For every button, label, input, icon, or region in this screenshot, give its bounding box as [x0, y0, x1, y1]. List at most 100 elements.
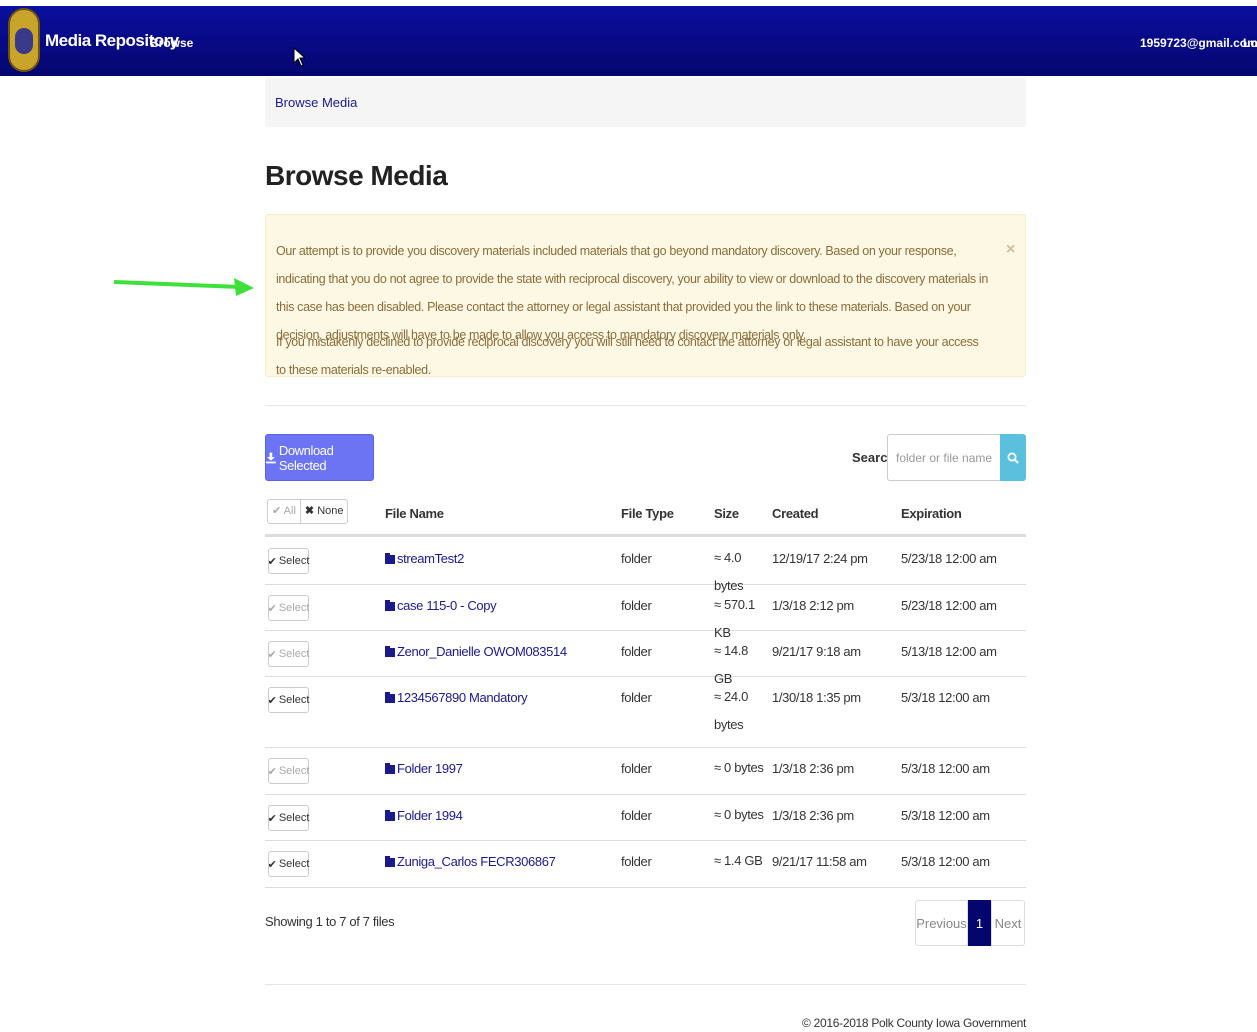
- file-name-link[interactable]: 1234567890 Mandatory: [385, 690, 528, 705]
- file-size: ≈ 0 bytes: [714, 760, 764, 775]
- check-icon: ✔: [267, 694, 277, 707]
- table-row: ✔ Select Zenor_Danielle OWOM083514 folder ≈ …: [265, 630, 1026, 686]
- select-all-none-group: ✔ All ✖ None: [267, 499, 349, 524]
- discovery-warning-alert: Our attempt is to provide you discovery …: [265, 214, 1026, 377]
- file-name-link[interactable]: case 115-0 - Copy: [385, 598, 497, 613]
- row-select-button[interactable]: ✔ Select: [268, 687, 309, 713]
- download-selected-button[interactable]: Download Selected: [265, 434, 374, 481]
- select-none-button[interactable]: ✖ None: [301, 500, 348, 523]
- pagination: Previous 1 Next: [915, 900, 1025, 946]
- table-row: ✔ Select case 115-0 - Copy folder ≈ 570.1 KB…: [265, 584, 1026, 640]
- select-none-label: None: [317, 505, 344, 517]
- row-select-label: Select: [278, 812, 310, 824]
- file-size: ≈ 0 bytes: [714, 807, 764, 822]
- row-select-button[interactable]: ✔ Select: [268, 548, 309, 574]
- file-name-text: streamTest2: [397, 551, 464, 566]
- file-size: ≈ 24.0 bytes: [714, 689, 748, 732]
- showing-count: Showing 1 to 7 of 7 files: [265, 914, 395, 929]
- file-expiration: 5/13/18 12:00 am: [901, 644, 997, 659]
- green-arrow-icon: [113, 278, 254, 296]
- file-name-text: Zenor_Danielle OWOM083514: [397, 644, 567, 659]
- check-icon: ✔: [267, 555, 277, 568]
- close-icon[interactable]: ×: [1006, 241, 1015, 259]
- row-select-button[interactable]: ✔ Select: [268, 851, 309, 877]
- table-row: ✔ Select 1234567890 Mandatory folder ≈ 24.0 …: [265, 676, 1026, 748]
- folder-icon: [385, 691, 395, 703]
- file-type: folder: [621, 690, 652, 705]
- row-select-button[interactable]: ✔ Select: [268, 641, 309, 667]
- file-name-text: Zuniga_Carlos FECR306867: [397, 854, 556, 869]
- row-select-label: Select: [278, 694, 310, 706]
- folder-icon: [385, 855, 395, 867]
- user-email-link[interactable]: 1959723@gmail.com: [1140, 36, 1257, 50]
- row-select-label: Select: [278, 555, 310, 567]
- search-icon: [1007, 452, 1019, 464]
- row-select-label: Select: [278, 602, 310, 614]
- table-row: ✔ Select streamTest2 folder ≈ 4.0 bytes 12/19…: [265, 537, 1026, 593]
- row-select-label: Select: [278, 858, 310, 870]
- file-type: folder: [621, 808, 652, 823]
- search-button[interactable]: [1000, 434, 1026, 481]
- nav-browse-link[interactable]: Browse: [150, 36, 193, 50]
- file-type: folder: [621, 644, 652, 659]
- footer-divider: [265, 984, 1026, 985]
- pagination-next[interactable]: Next: [991, 900, 1025, 946]
- header-expiration[interactable]: Expiration: [901, 506, 962, 521]
- table-row: ✔ Select Zuniga_Carlos FECR306867 folder ≈ 1…: [265, 840, 1026, 888]
- logout-link[interactable]: Lo: [1243, 36, 1257, 50]
- file-type: folder: [621, 854, 652, 869]
- breadcrumb-browse-media[interactable]: Browse Media: [275, 95, 357, 110]
- county-seal-logo[interactable]: [8, 8, 40, 72]
- row-select-button[interactable]: ✔ Select: [268, 595, 309, 621]
- check-icon: ✔: [267, 648, 277, 661]
- search-input[interactable]: [887, 434, 1000, 481]
- file-created: 1/3/18 2:12 pm: [772, 598, 854, 613]
- file-expiration: 5/23/18 12:00 am: [901, 598, 997, 613]
- select-all-button[interactable]: ✔ All: [268, 500, 301, 523]
- check-icon: ✔: [267, 602, 277, 615]
- file-type: folder: [621, 598, 652, 613]
- alert-message-secondary: If you mistakenly declined to provide re…: [276, 335, 979, 377]
- file-created: 9/21/17 11:58 am: [772, 854, 867, 869]
- check-icon: ✔: [267, 765, 277, 778]
- mouse-cursor-icon: [293, 47, 305, 67]
- file-name-link[interactable]: Zuniga_Carlos FECR306867: [385, 854, 556, 869]
- header-file-name[interactable]: File Name: [385, 506, 444, 521]
- check-icon: ✔: [267, 858, 277, 871]
- file-created: 1/3/18 2:36 pm: [772, 808, 854, 823]
- row-select-button[interactable]: ✔ Select: [268, 758, 309, 784]
- page-title: Browse Media: [265, 160, 448, 191]
- top-navbar: Media Repository Browse 1959723@gmail.co…: [0, 6, 1257, 76]
- select-all-label: All: [283, 505, 296, 517]
- file-expiration: 5/3/18 12:00 am: [901, 761, 990, 776]
- file-name-text: Folder 1994: [397, 808, 463, 823]
- file-name-text: 1234567890 Mandatory: [397, 690, 528, 705]
- header-created[interactable]: Created: [772, 506, 819, 521]
- row-select-label: Select: [278, 765, 310, 777]
- check-icon: ✔: [267, 812, 277, 825]
- file-type: folder: [621, 761, 652, 776]
- file-expiration: 5/3/18 12:00 am: [901, 690, 990, 705]
- pagination-previous[interactable]: Previous: [915, 900, 968, 946]
- folder-icon: [385, 552, 395, 564]
- table-row: ✔ Select Folder 1997 folder ≈ 0 bytes 1/3/18 …: [265, 747, 1026, 795]
- file-name-link[interactable]: Folder 1997: [385, 761, 463, 776]
- file-created: 1/30/18 1:35 pm: [772, 690, 861, 705]
- file-name-link[interactable]: Folder 1994: [385, 808, 463, 823]
- file-name-text: case 115-0 - Copy: [397, 598, 497, 613]
- file-expiration: 5/3/18 12:00 am: [901, 854, 990, 869]
- file-expiration: 5/23/18 12:00 am: [901, 551, 997, 566]
- file-name-text: Folder 1997: [397, 761, 463, 776]
- table-header: ✔ All ✖ None File Name File Type Size Cr…: [265, 494, 1026, 537]
- file-name-link[interactable]: streamTest2: [385, 551, 464, 566]
- pagination-page-1[interactable]: 1: [968, 900, 991, 946]
- file-expiration: 5/3/18 12:00 am: [901, 808, 990, 823]
- header-file-type[interactable]: File Type: [621, 506, 674, 521]
- divider: [265, 405, 1026, 406]
- file-type: folder: [621, 551, 652, 566]
- file-name-link[interactable]: Zenor_Danielle OWOM083514: [385, 644, 567, 659]
- header-size[interactable]: Size: [714, 506, 739, 521]
- download-selected-label: Download Selected: [278, 442, 334, 473]
- file-created: 1/3/18 2:36 pm: [772, 761, 854, 776]
- row-select-button[interactable]: ✔ Select: [268, 805, 309, 831]
